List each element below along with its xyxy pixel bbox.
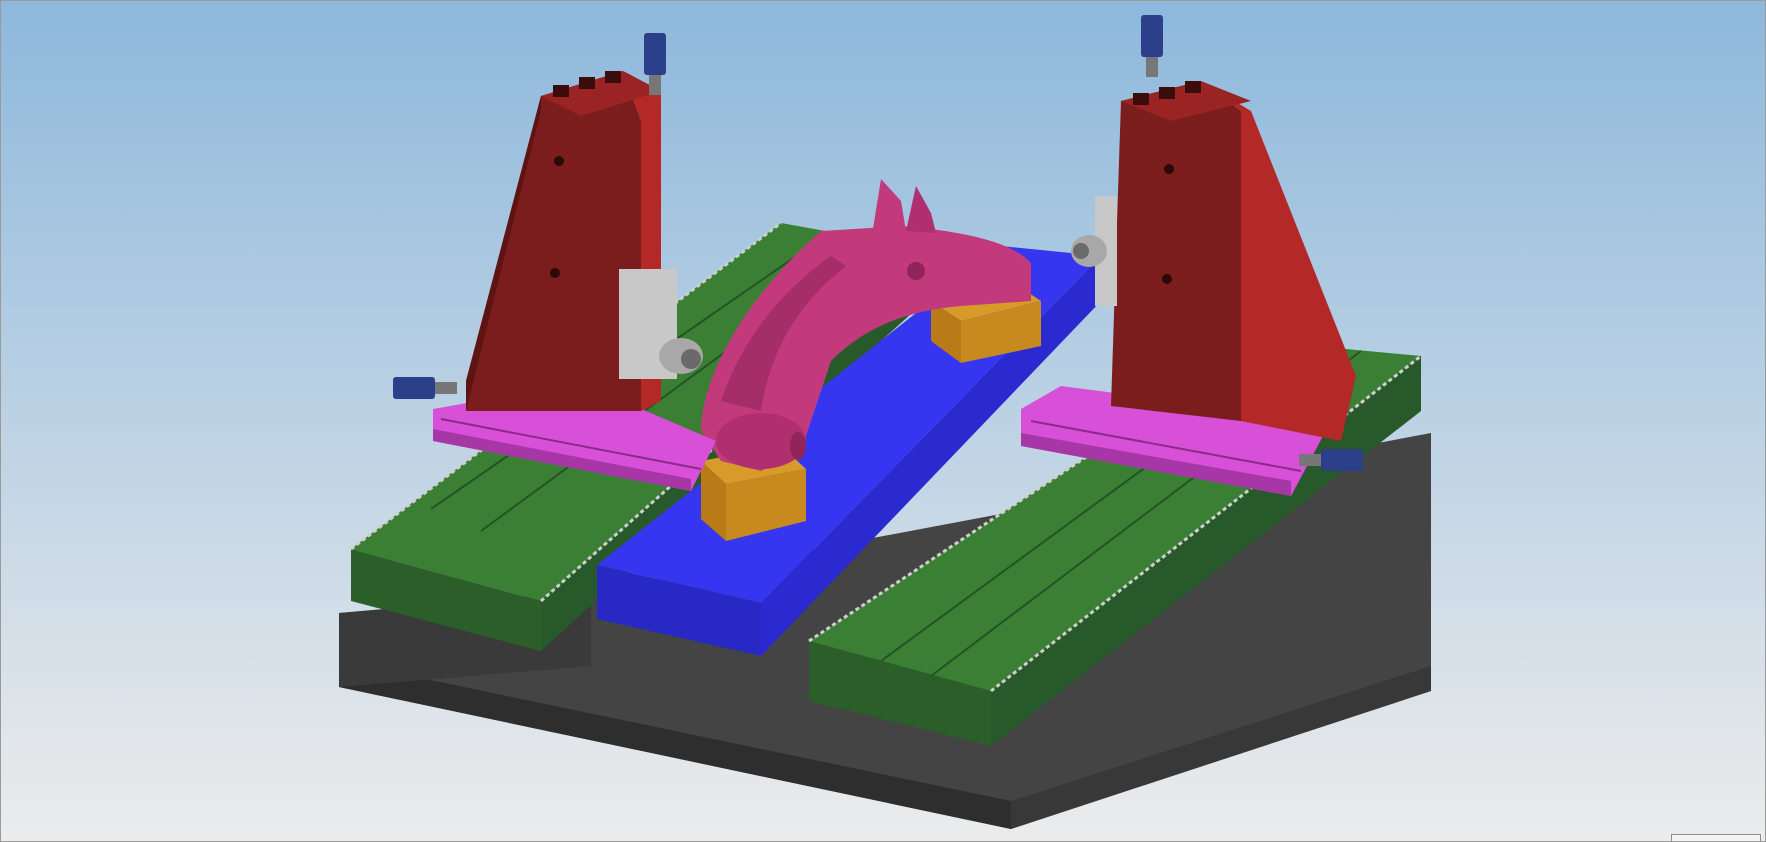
assembly-model-render[interactable] xyxy=(1,1,1766,842)
viewport-corner-tab[interactable] xyxy=(1671,834,1761,841)
cad-3d-viewport[interactable] xyxy=(0,0,1766,842)
